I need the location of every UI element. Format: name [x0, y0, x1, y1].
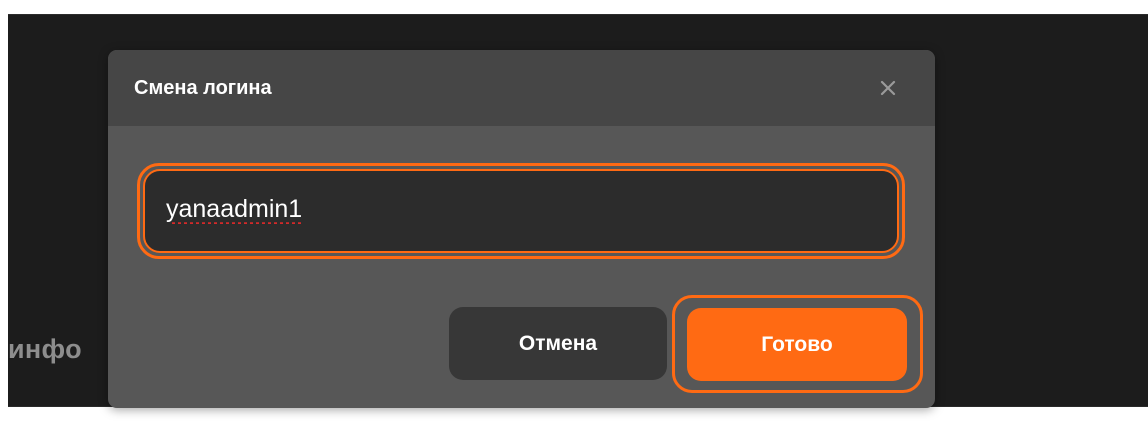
close-button[interactable] [874, 74, 902, 102]
change-login-dialog: Смена логина Отмена Готово [108, 50, 935, 408]
login-input-focus-ring [137, 163, 905, 259]
done-button[interactable]: Готово [687, 308, 907, 381]
dialog-title: Смена логина [134, 77, 272, 99]
cancel-button[interactable]: Отмена [449, 307, 667, 380]
page: инфо Смена логина Отмена Готово [0, 0, 1148, 427]
dialog-header: Смена логина [108, 50, 935, 126]
close-icon [880, 80, 896, 96]
background-section-heading: инфо [8, 334, 82, 364]
login-input[interactable] [143, 169, 899, 253]
